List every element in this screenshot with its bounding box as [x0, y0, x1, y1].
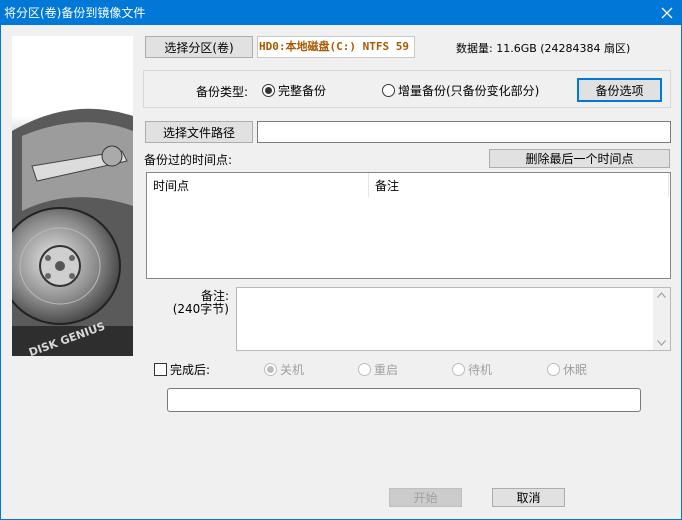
restart-radio[interactable]: 重启 [358, 361, 398, 378]
close-icon[interactable] [652, 0, 682, 25]
standby-label: 待机 [468, 363, 493, 377]
column-header-note[interactable]: 备注 [369, 173, 669, 197]
disk-genius-logo-image: DISK GENIUS [12, 36, 133, 356]
shutdown-label: 关机 [280, 363, 305, 377]
scroll-down-icon [657, 340, 666, 346]
partition-display: HD0:本地磁盘(C:) NTFS 59 [257, 36, 415, 58]
scroll-up-icon [657, 292, 666, 298]
select-file-path-label: 选择文件路径 [162, 125, 235, 140]
standby-radio[interactable]: 待机 [452, 361, 492, 378]
full-backup-label: 完整备份 [278, 84, 327, 98]
backup-type-panel: 备份类型: 完整备份 增量备份(只备份变化部分) 备份选项 [143, 70, 671, 108]
file-path-input[interactable] [257, 121, 671, 143]
hibernate-label: 休眠 [563, 363, 588, 377]
incremental-backup-label: 增量备份(只备份变化部分) [398, 84, 540, 98]
column-header-time[interactable]: 时间点 [147, 173, 369, 197]
backup-options-label: 备份选项 [595, 83, 644, 98]
restart-label: 重启 [374, 363, 399, 377]
window-title: 将分区(卷)备份到镜像文件 [4, 6, 146, 20]
note-label-line2: (240字节) [172, 302, 229, 316]
hibernate-radio[interactable]: 休眠 [547, 361, 587, 378]
start-button[interactable]: 开始 [389, 488, 462, 507]
progress-bar [167, 388, 641, 412]
shutdown-radio[interactable]: 关机 [264, 361, 304, 378]
time-points-label: 备份过的时间点: [144, 153, 233, 167]
note-label: 备注: (240字节) [171, 290, 229, 316]
data-amount-text: 数据量: 11.6GB (24284384 扇区) [456, 42, 631, 55]
column-header-time-label: 时间点 [153, 178, 190, 193]
incremental-backup-radio[interactable]: 增量备份(只备份变化部分) [382, 82, 539, 99]
time-points-list[interactable]: 时间点 备注 [146, 172, 671, 279]
hibernate-radio-dot [547, 363, 560, 376]
start-label: 开始 [413, 491, 438, 505]
shutdown-radio-dot [264, 363, 277, 376]
full-backup-radio-dot [262, 84, 275, 97]
cancel-label: 取消 [516, 491, 541, 505]
title-bar: 将分区(卷)备份到镜像文件 [0, 0, 682, 25]
after-completion-label: 完成后: [170, 363, 211, 377]
select-partition-label: 选择分区(卷) [164, 40, 234, 55]
note-scrollbar[interactable] [653, 288, 670, 350]
backup-options-button[interactable]: 备份选项 [577, 78, 662, 102]
select-file-path-button[interactable]: 选择文件路径 [145, 121, 253, 143]
delete-last-time-point-button[interactable]: 删除最后一个时间点 [489, 149, 670, 168]
note-textarea[interactable] [236, 287, 671, 351]
dialog-body: DISK GENIUS 选择分区(卷) HD0:本地磁盘(C:) NTFS 59… [0, 25, 682, 520]
delete-last-time-point-label: 删除最后一个时间点 [525, 152, 634, 166]
full-backup-radio[interactable]: 完整备份 [262, 82, 326, 99]
incremental-backup-radio-dot [382, 84, 395, 97]
column-header-note-label: 备注 [375, 178, 400, 193]
backup-type-label: 备份类型: [196, 85, 249, 99]
standby-radio-dot [452, 363, 465, 376]
cancel-button[interactable]: 取消 [492, 488, 565, 507]
partition-display-text: HD0:本地磁盘(C:) NTFS 59 [259, 40, 409, 53]
select-partition-button[interactable]: 选择分区(卷) [145, 36, 253, 58]
after-completion-checkbox-box [154, 363, 167, 376]
restart-radio-dot [358, 363, 371, 376]
after-completion-checkbox[interactable]: 完成后: [154, 361, 210, 378]
